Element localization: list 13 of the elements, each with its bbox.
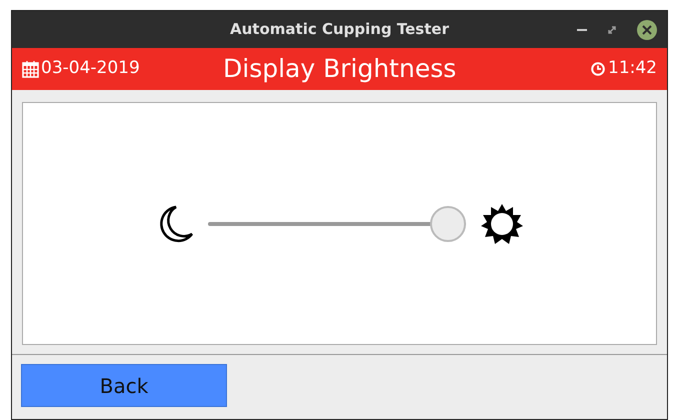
date-text: 03-04-2019 [41, 57, 140, 80]
back-button[interactable]: Back [21, 364, 227, 407]
screen-title: Display Brightness [223, 53, 456, 86]
brightness-slider[interactable] [208, 206, 466, 242]
time-text: 11:42 [608, 57, 657, 80]
calendar-icon [22, 60, 39, 78]
clock-icon [591, 62, 605, 76]
window-title: Automatic Cupping Tester [230, 19, 449, 40]
minimize-icon[interactable] [577, 28, 587, 32]
restore-icon[interactable] [607, 25, 617, 35]
close-icon[interactable] [637, 20, 657, 40]
slider-thumb[interactable] [430, 206, 466, 242]
sun-icon [480, 202, 524, 246]
